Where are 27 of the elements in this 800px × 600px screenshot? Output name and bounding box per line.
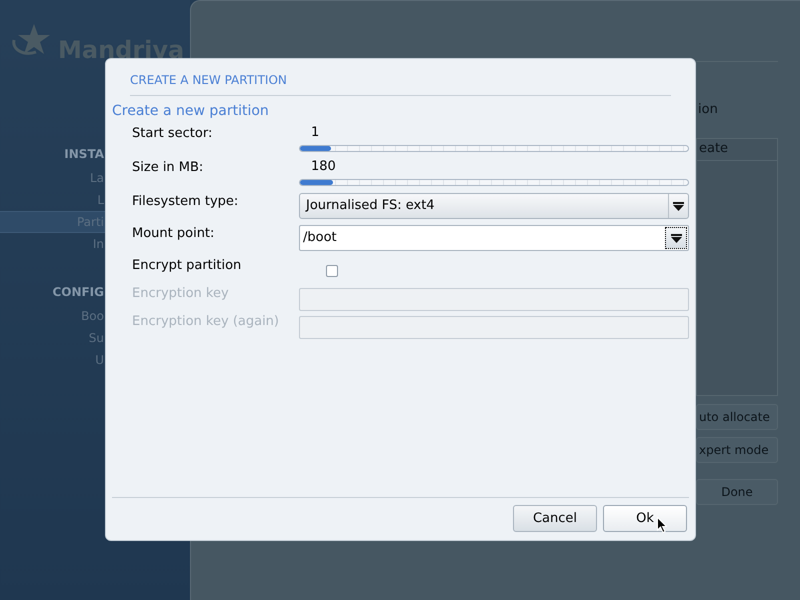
panel-button[interactable]: xpert mode xyxy=(696,436,778,462)
slider-value: 1 xyxy=(311,125,320,141)
field-label: Encryption key xyxy=(131,285,230,303)
filesystem-dropdown[interactable]: Journalised FS: ext4 xyxy=(299,193,689,219)
field-label: Encrypt partition xyxy=(131,257,242,275)
field-label: Size in MB: xyxy=(131,159,204,177)
panel-button[interactable]: uto allocate xyxy=(696,404,778,430)
sidebar-section-title: CONFIG xyxy=(51,284,104,301)
dialog-heading: Create a new partition xyxy=(112,102,269,121)
mount-point-combo[interactable]: /boot xyxy=(299,225,689,251)
dropdown-arrow-icon xyxy=(670,234,682,242)
dropdown-arrow-icon xyxy=(673,202,684,210)
encrypt-checkbox[interactable] xyxy=(326,265,338,277)
table-header: eate xyxy=(697,138,777,160)
field-label: Filesystem type: xyxy=(131,193,240,211)
panel-heading: ion xyxy=(697,101,719,119)
slider-value: 180 xyxy=(311,159,336,175)
dialog-button[interactable]: Cancel xyxy=(513,505,597,532)
field-label: Encryption key (again) xyxy=(131,313,280,331)
field-label: Start sector: xyxy=(131,125,214,143)
slider-track[interactable] xyxy=(299,179,689,186)
slider-track[interactable] xyxy=(299,145,689,152)
dialog-button[interactable]: Ok xyxy=(603,505,687,532)
dialog-title: CREATE A NEW PARTITION xyxy=(130,73,287,87)
panel-button[interactable]: Done xyxy=(696,478,778,504)
sidebar-section-title: INSTA xyxy=(63,146,104,163)
mouse-pointer-icon xyxy=(657,517,667,533)
